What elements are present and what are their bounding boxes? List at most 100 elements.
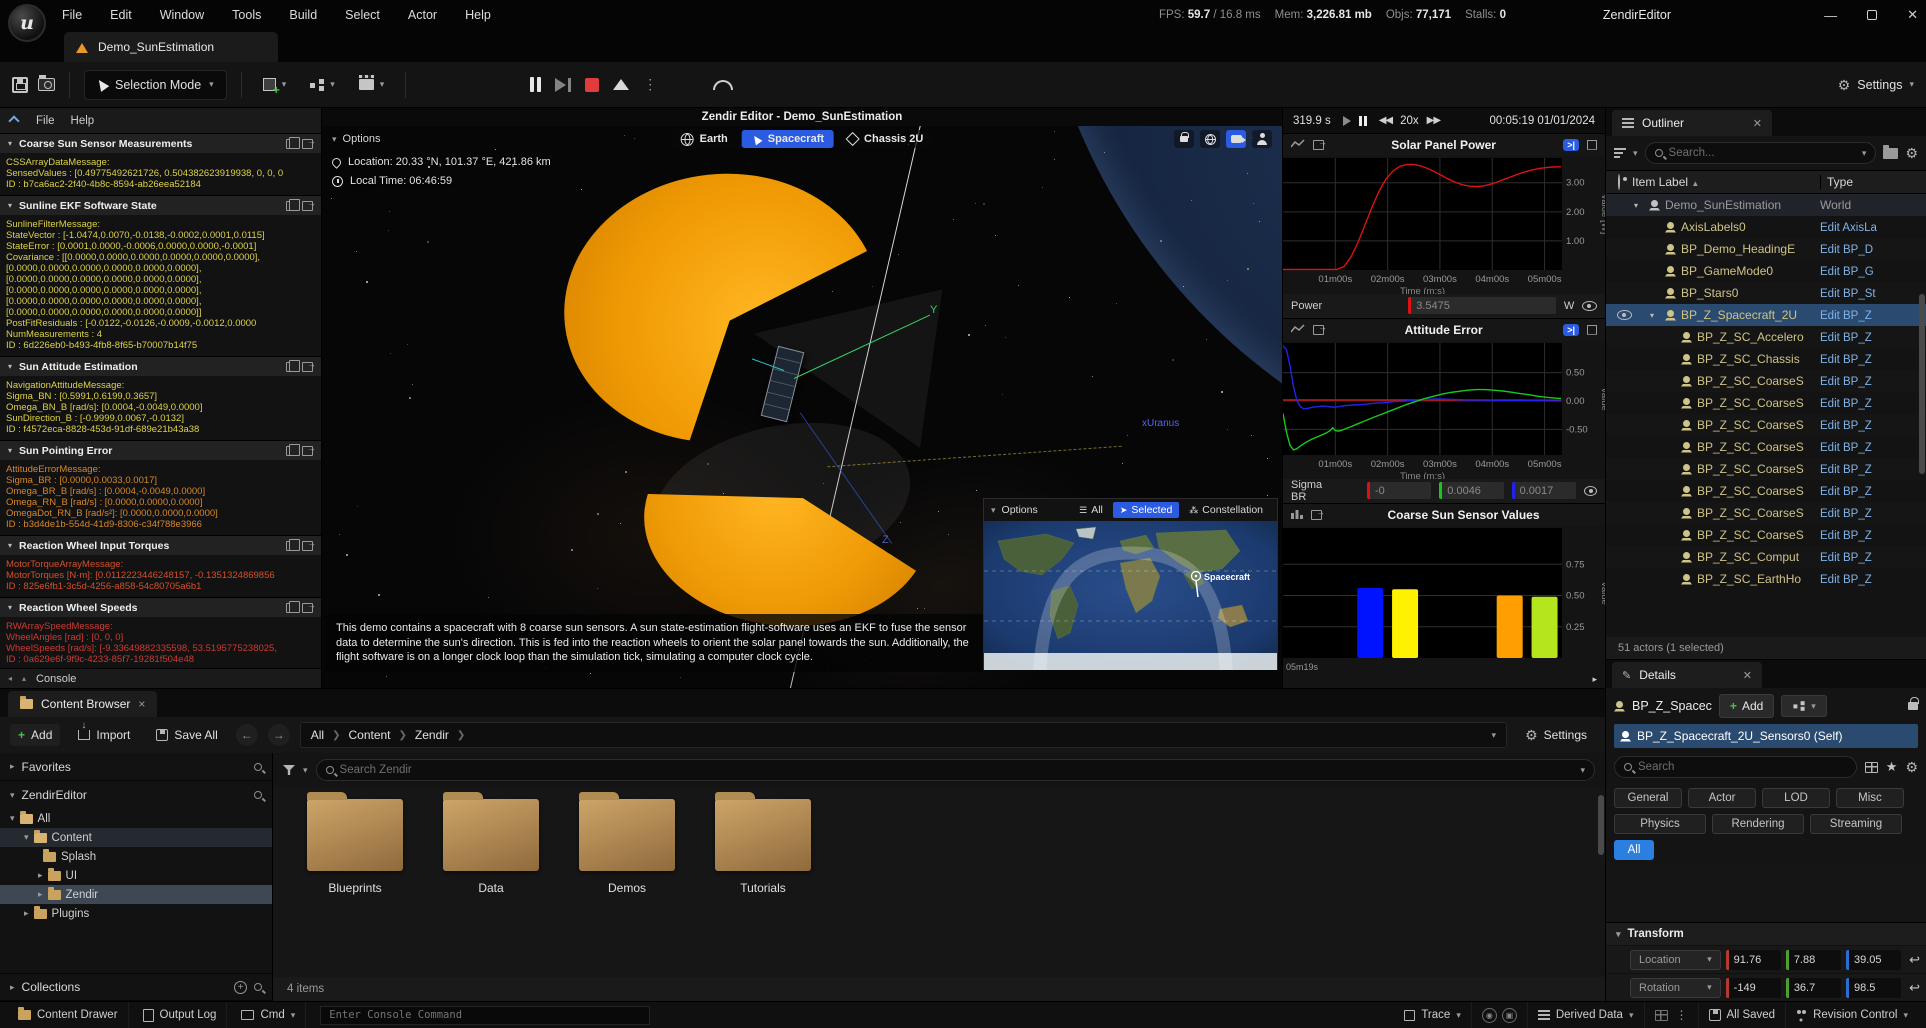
export-icon[interactable]: [302, 201, 313, 211]
menu-item-actor[interactable]: Actor: [408, 8, 437, 22]
breadcrumb-item-content[interactable]: Content: [348, 728, 390, 742]
sim-speed[interactable]: 20x: [1400, 115, 1419, 127]
all-saved-button[interactable]: All Saved: [1699, 1002, 1787, 1028]
collapse-arrow-icon[interactable]: ▾: [8, 139, 12, 148]
section-header[interactable]: ▾Coarse Sun Sensor Measurements: [0, 133, 321, 153]
menu-item-edit[interactable]: Edit: [110, 8, 132, 22]
outliner-row[interactable]: BP_Z_SC_CoarseSEdit BP_Z: [1606, 370, 1926, 392]
project-root[interactable]: ▾ZendirEditor: [0, 781, 272, 809]
menu-item-build[interactable]: Build: [289, 8, 317, 22]
revision-control-dropdown[interactable]: Revision Control▾: [1786, 1002, 1918, 1028]
favorites-star-icon[interactable]: ★: [1886, 759, 1898, 775]
section-header[interactable]: ▾Reaction Wheel Speeds: [0, 597, 321, 617]
outliner-row[interactable]: BP_Z_SC_CoarseSEdit BP_Z: [1606, 436, 1926, 458]
cinematics-dropdown[interactable]: ▾: [352, 74, 392, 95]
copy-icon[interactable]: [286, 603, 295, 613]
favorites-section[interactable]: ▸Favorites: [0, 753, 272, 781]
add-button[interactable]: +Add: [10, 724, 60, 746]
cb-settings-button[interactable]: ⚙Settings: [1517, 724, 1595, 746]
platforms-icon[interactable]: [713, 80, 733, 90]
camera-icon[interactable]: [1226, 130, 1246, 148]
map-tab-all[interactable]: ☰All: [1072, 502, 1110, 518]
filter-chip-actor[interactable]: Actor: [1688, 788, 1756, 808]
close-tab-icon[interactable]: ✕: [1743, 669, 1752, 682]
outliner-row[interactable]: AxisLabels0Edit AxisLa: [1606, 216, 1926, 238]
new-folder-icon[interactable]: [1883, 148, 1898, 159]
tab-demo-sunestimation[interactable]: Demo_SunEstimation: [64, 32, 278, 62]
follow-latest-icon[interactable]: >|: [1563, 324, 1579, 336]
more-icon[interactable]: ⋮: [1676, 1008, 1688, 1022]
forward-button[interactable]: →: [268, 724, 290, 746]
viewport-tab-chassis-2u[interactable]: Chassis 2U: [838, 130, 933, 148]
tree-item-plugins[interactable]: ▸Plugins: [0, 904, 272, 923]
selection-mode-dropdown[interactable]: Selection Mode▾: [84, 70, 227, 100]
filter-chip-streaming[interactable]: Streaming: [1810, 814, 1902, 834]
export-icon[interactable]: [302, 603, 313, 613]
transform-location-dropdown[interactable]: Location▾: [1630, 950, 1721, 970]
folder-tutorials[interactable]: Tutorials: [715, 799, 811, 977]
outliner-row[interactable]: BP_Demo_HeadingEEdit BP_D: [1606, 238, 1926, 260]
asset-search-input[interactable]: [340, 764, 1575, 776]
browse-content-icon[interactable]: [38, 78, 55, 91]
console-section-header[interactable]: ◂▴ Console: [0, 668, 321, 688]
blueprint-edit-dropdown[interactable]: ▾: [1781, 695, 1827, 717]
minimize-button[interactable]: —: [1824, 8, 1837, 23]
section-header[interactable]: ▾Reaction Wheel Input Torques: [0, 535, 321, 555]
filter-chip-lod[interactable]: LOD: [1762, 788, 1830, 808]
map-tab-constellation[interactable]: ⁂Constellation: [1182, 502, 1270, 518]
search-icon[interactable]: [254, 791, 262, 799]
transform-value-z[interactable]: 98.5: [1846, 978, 1901, 998]
copy-icon[interactable]: [286, 541, 295, 551]
menu-item-tools[interactable]: Tools: [232, 8, 261, 22]
restore-button[interactable]: [1867, 10, 1877, 20]
search-icon[interactable]: [254, 763, 262, 771]
add-component-button[interactable]: +Add: [1719, 694, 1774, 718]
outliner-row[interactable]: BP_GameMode0Edit BP_G: [1606, 260, 1926, 282]
add-actor-dropdown[interactable]: ▾: [256, 73, 294, 96]
content-drawer-button[interactable]: Content Drawer: [8, 1002, 129, 1028]
search-icon[interactable]: [254, 983, 262, 991]
expander-icon[interactable]: ▾: [1650, 311, 1660, 320]
eye-icon[interactable]: [1584, 486, 1597, 496]
section-header[interactable]: ▾Sunline EKF Software State: [0, 195, 321, 215]
outliner-row[interactable]: BP_Z_SC_CoarseSEdit BP_Z: [1606, 524, 1926, 546]
telemetry-menu-help[interactable]: Help: [71, 115, 95, 127]
tab-content-browser[interactable]: Content Browser ×: [8, 691, 157, 717]
copy-icon[interactable]: [286, 201, 295, 211]
output-log-button[interactable]: Output Log: [133, 1002, 228, 1028]
section-header[interactable]: ▾Sun Pointing Error: [0, 440, 321, 460]
console-command-input[interactable]: [320, 1006, 650, 1025]
unreal-logo-icon[interactable]: u: [8, 4, 46, 42]
stop-button[interactable]: [585, 78, 599, 92]
filter-list-icon[interactable]: [1614, 148, 1626, 158]
outliner-search[interactable]: ▾: [1645, 142, 1877, 164]
fullscreen-icon[interactable]: [1587, 325, 1597, 335]
edit-blueprint-link[interactable]: Edit BP_Z: [1820, 310, 1872, 322]
back-button[interactable]: ←: [236, 724, 258, 746]
expander-icon[interactable]: ▸: [38, 889, 43, 900]
copy-icon[interactable]: [286, 362, 295, 372]
expander-icon[interactable]: ▾: [1634, 201, 1644, 210]
copy-icon[interactable]: [286, 139, 295, 149]
scrollbar-thumb[interactable]: [1598, 795, 1604, 855]
3d-viewport[interactable]: Zendir Editor - Demo_SunEstimation: [322, 108, 1282, 688]
filter-chip-rendering[interactable]: Rendering: [1712, 814, 1804, 834]
globe-view-icon[interactable]: [1200, 130, 1220, 148]
blueprints-dropdown[interactable]: ▾: [303, 74, 342, 96]
pause-button[interactable]: [530, 77, 541, 92]
edit-blueprint-link[interactable]: Edit AxisLa: [1820, 222, 1877, 234]
outliner-row[interactable]: BP_Z_SC_EarthHoEdit BP_Z: [1606, 568, 1926, 590]
trace-dropdown[interactable]: Trace▾: [1394, 1002, 1472, 1028]
fast-forward-icon[interactable]: ▶▶: [1427, 115, 1440, 126]
outliner-row[interactable]: BP_Z_SC_AcceleroEdit BP_Z: [1606, 326, 1926, 348]
menu-item-select[interactable]: Select: [345, 8, 380, 22]
collapse-arrow-icon[interactable]: ▾: [8, 201, 12, 210]
edit-blueprint-link[interactable]: Edit BP_Z: [1820, 552, 1872, 564]
filter-chip-misc[interactable]: Misc: [1836, 788, 1904, 808]
export-icon[interactable]: [302, 362, 313, 372]
expander-icon[interactable]: ▾: [10, 813, 15, 824]
outliner-row[interactable]: BP_Z_SC_ComputEdit BP_Z: [1606, 546, 1926, 568]
edit-blueprint-link[interactable]: Edit BP_Z: [1820, 464, 1872, 476]
collapse-arrow-icon[interactable]: ▾: [8, 362, 12, 371]
rewind-icon[interactable]: ◀◀: [1379, 115, 1392, 126]
